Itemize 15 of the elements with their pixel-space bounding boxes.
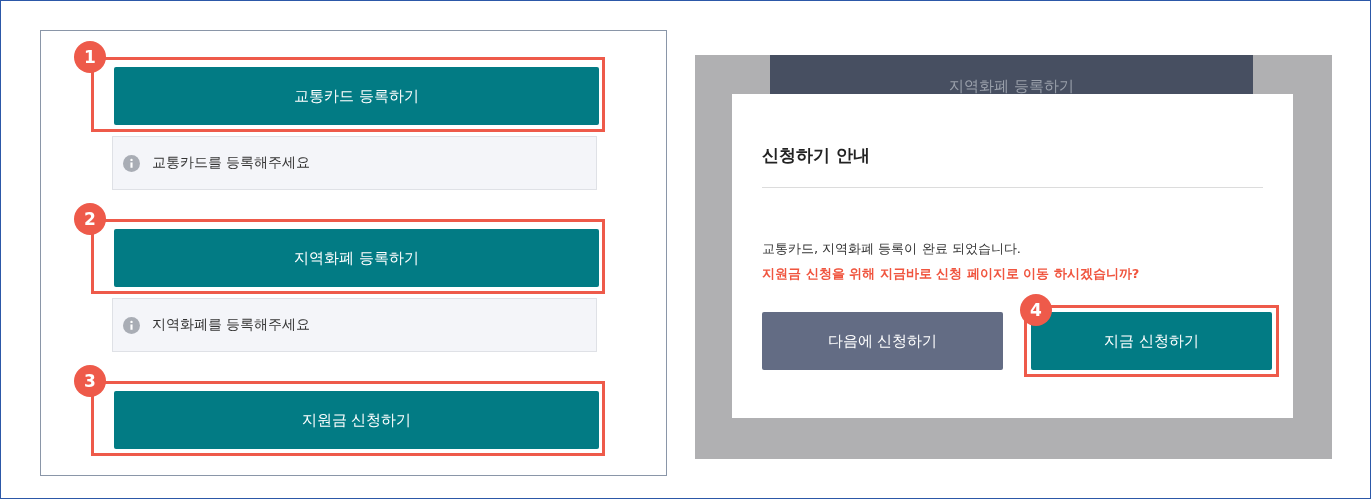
dialog-title: 신청하기 안내: [762, 144, 871, 167]
info-icon: [123, 154, 140, 172]
apply-later-button[interactable]: 다음에 신청하기: [762, 312, 1003, 370]
hint-text: 지역화폐를 등록해주세요: [152, 316, 311, 334]
hint-text: 교통카드를 등록해주세요: [152, 154, 311, 172]
step-badge: 4: [1020, 294, 1052, 326]
register-button[interactable]: 지역화폐 등록하기: [114, 229, 599, 287]
info-icon: [123, 316, 140, 334]
dialog-message: 교통카드, 지역화폐 등록이 완료 되었습니다.: [762, 240, 1022, 258]
register-button[interactable]: 지원금 신청하기: [114, 391, 599, 449]
step-badge: 2: [74, 203, 106, 235]
step-badge: 1: [74, 41, 106, 73]
dialog-prompt: 지원금 신청을 위해 지금바로 신청 페이지로 이동 하시겠습니까?: [762, 265, 1141, 283]
step-badge: 3: [74, 365, 106, 397]
register-button[interactable]: 교통카드 등록하기: [114, 67, 599, 125]
